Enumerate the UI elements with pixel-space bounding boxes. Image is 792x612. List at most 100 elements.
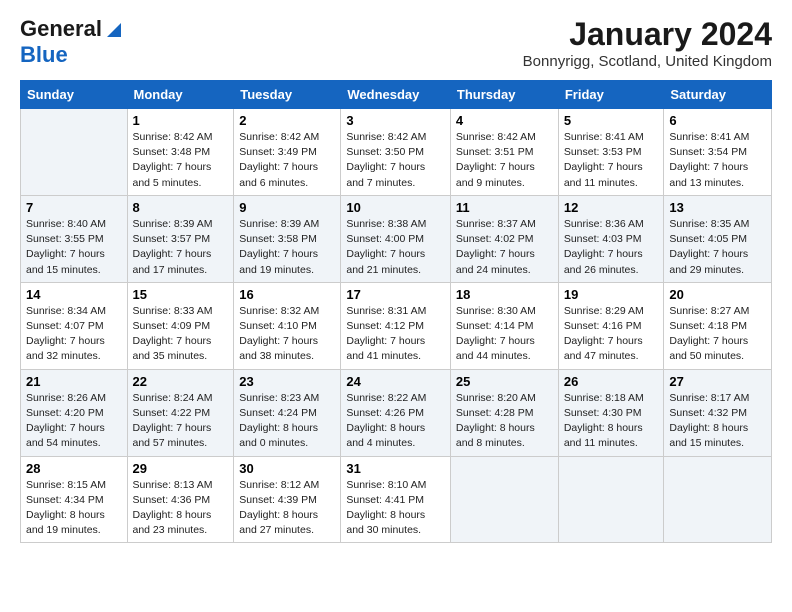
day-number: 22 (133, 374, 229, 389)
day-number: 27 (669, 374, 766, 389)
calendar-cell: 1 Sunrise: 8:42 AMSunset: 3:48 PMDaylight… (127, 109, 234, 196)
calendar-cell: 18 Sunrise: 8:30 AMSunset: 4:14 PMDayligh… (450, 282, 558, 369)
day-number: 3 (346, 113, 445, 128)
title-block: January 2024 Bonnyrigg, Scotland, United… (523, 16, 772, 70)
header-monday: Monday (127, 81, 234, 109)
day-number: 20 (669, 287, 766, 302)
calendar-cell: 6 Sunrise: 8:41 AMSunset: 3:54 PMDaylight… (664, 109, 772, 196)
day-info: Sunrise: 8:15 AMSunset: 4:34 PMDaylight:… (26, 478, 122, 539)
calendar-cell: 17 Sunrise: 8:31 AMSunset: 4:12 PMDayligh… (341, 282, 451, 369)
day-number: 25 (456, 374, 553, 389)
day-info: Sunrise: 8:10 AMSunset: 4:41 PMDaylight:… (346, 478, 445, 539)
day-info: Sunrise: 8:41 AMSunset: 3:54 PMDaylight:… (669, 130, 766, 191)
calendar-cell: 9 Sunrise: 8:39 AMSunset: 3:58 PMDaylight… (234, 195, 341, 282)
day-number: 16 (239, 287, 335, 302)
day-info: Sunrise: 8:37 AMSunset: 4:02 PMDaylight:… (456, 217, 553, 278)
day-info: Sunrise: 8:27 AMSunset: 4:18 PMDaylight:… (669, 304, 766, 365)
day-info: Sunrise: 8:40 AMSunset: 3:55 PMDaylight:… (26, 217, 122, 278)
header-sunday: Sunday (21, 81, 128, 109)
calendar-week-row: 7Sunrise: 8:40 AMSunset: 3:55 PMDaylight… (21, 195, 772, 282)
day-info: Sunrise: 8:24 AMSunset: 4:22 PMDaylight:… (133, 391, 229, 452)
logo-blue: Blue (20, 42, 68, 67)
header-saturday: Saturday (664, 81, 772, 109)
day-number: 5 (564, 113, 659, 128)
day-number: 8 (133, 200, 229, 215)
calendar-table: SundayMondayTuesdayWednesdayThursdayFrid… (20, 80, 772, 543)
day-info: Sunrise: 8:29 AMSunset: 4:16 PMDaylight:… (564, 304, 659, 365)
calendar-cell: 3 Sunrise: 8:42 AMSunset: 3:50 PMDaylight… (341, 109, 451, 196)
day-info: Sunrise: 8:38 AMSunset: 4:00 PMDaylight:… (346, 217, 445, 278)
calendar-cell: 4Sunrise: 8:42 AMSunset: 3:51 PMDaylight… (450, 109, 558, 196)
day-number: 19 (564, 287, 659, 302)
calendar-cell: 15Sunrise: 8:33 AMSunset: 4:09 PMDayligh… (127, 282, 234, 369)
header-thursday: Thursday (450, 81, 558, 109)
calendar-header-row: SundayMondayTuesdayWednesdayThursdayFrid… (21, 81, 772, 109)
day-number: 12 (564, 200, 659, 215)
calendar-cell: 19 Sunrise: 8:29 AMSunset: 4:16 PMDayligh… (558, 282, 664, 369)
day-number: 24 (346, 374, 445, 389)
day-info: Sunrise: 8:17 AMSunset: 4:32 PMDaylight:… (669, 391, 766, 452)
day-info: Sunrise: 8:39 AMSunset: 3:58 PMDaylight:… (239, 217, 335, 278)
day-number: 28 (26, 461, 122, 476)
calendar-cell: 31Sunrise: 8:10 AMSunset: 4:41 PMDayligh… (341, 456, 451, 543)
day-info: Sunrise: 8:18 AMSunset: 4:30 PMDaylight:… (564, 391, 659, 452)
day-number: 23 (239, 374, 335, 389)
logo-general: General (20, 16, 102, 42)
day-number: 26 (564, 374, 659, 389)
calendar-cell (21, 109, 128, 196)
calendar-cell: 5 Sunrise: 8:41 AMSunset: 3:53 PMDaylight… (558, 109, 664, 196)
calendar-cell: 25Sunrise: 8:20 AMSunset: 4:28 PMDayligh… (450, 369, 558, 456)
calendar-cell: 14 Sunrise: 8:34 AMSunset: 4:07 PMDayligh… (21, 282, 128, 369)
calendar-cell: 13Sunrise: 8:35 AMSunset: 4:05 PMDayligh… (664, 195, 772, 282)
calendar-cell: 10 Sunrise: 8:38 AMSunset: 4:00 PMDayligh… (341, 195, 451, 282)
day-number: 21 (26, 374, 122, 389)
day-info: Sunrise: 8:41 AMSunset: 3:53 PMDaylight:… (564, 130, 659, 191)
calendar-cell (664, 456, 772, 543)
calendar-cell: 30 Sunrise: 8:12 AMSunset: 4:39 PMDayligh… (234, 456, 341, 543)
day-number: 29 (133, 461, 229, 476)
calendar-week-row: 28 Sunrise: 8:15 AMSunset: 4:34 PMDayligh… (21, 456, 772, 543)
day-number: 30 (239, 461, 335, 476)
calendar-cell: 2 Sunrise: 8:42 AMSunset: 3:49 PMDaylight… (234, 109, 341, 196)
header-tuesday: Tuesday (234, 81, 341, 109)
calendar-cell: 29Sunrise: 8:13 AMSunset: 4:36 PMDayligh… (127, 456, 234, 543)
day-number: 6 (669, 113, 766, 128)
day-info: Sunrise: 8:42 AMSunset: 3:49 PMDaylight:… (239, 130, 335, 191)
logo: General Blue (20, 16, 125, 68)
day-number: 4 (456, 113, 553, 128)
calendar-cell (450, 456, 558, 543)
day-number: 10 (346, 200, 445, 215)
day-number: 9 (239, 200, 335, 215)
day-number: 14 (26, 287, 122, 302)
calendar-cell: 28 Sunrise: 8:15 AMSunset: 4:34 PMDayligh… (21, 456, 128, 543)
day-info: Sunrise: 8:33 AMSunset: 4:09 PMDaylight:… (133, 304, 229, 365)
day-info: Sunrise: 8:42 AMSunset: 3:48 PMDaylight:… (133, 130, 229, 191)
calendar-cell: 20 Sunrise: 8:27 AMSunset: 4:18 PMDayligh… (664, 282, 772, 369)
page-header: General Blue January 2024 Bonnyrigg, Sco… (20, 16, 772, 70)
calendar-cell: 21Sunrise: 8:26 AMSunset: 4:20 PMDayligh… (21, 369, 128, 456)
calendar-cell: 12 Sunrise: 8:36 AMSunset: 4:03 PMDayligh… (558, 195, 664, 282)
header-wednesday: Wednesday (341, 81, 451, 109)
calendar-cell: 11Sunrise: 8:37 AMSunset: 4:02 PMDayligh… (450, 195, 558, 282)
day-number: 1 (133, 113, 229, 128)
day-info: Sunrise: 8:12 AMSunset: 4:39 PMDaylight:… (239, 478, 335, 539)
day-number: 2 (239, 113, 335, 128)
day-info: Sunrise: 8:36 AMSunset: 4:03 PMDaylight:… (564, 217, 659, 278)
day-info: Sunrise: 8:31 AMSunset: 4:12 PMDaylight:… (346, 304, 445, 365)
day-number: 18 (456, 287, 553, 302)
logo-triangle-icon (103, 19, 125, 41)
day-info: Sunrise: 8:30 AMSunset: 4:14 PMDaylight:… (456, 304, 553, 365)
day-info: Sunrise: 8:23 AMSunset: 4:24 PMDaylight:… (239, 391, 335, 452)
day-info: Sunrise: 8:32 AMSunset: 4:10 PMDaylight:… (239, 304, 335, 365)
calendar-cell: 22 Sunrise: 8:24 AMSunset: 4:22 PMDayligh… (127, 369, 234, 456)
day-info: Sunrise: 8:42 AMSunset: 3:50 PMDaylight:… (346, 130, 445, 191)
day-info: Sunrise: 8:39 AMSunset: 3:57 PMDaylight:… (133, 217, 229, 278)
calendar-week-row: 21Sunrise: 8:26 AMSunset: 4:20 PMDayligh… (21, 369, 772, 456)
calendar-cell: 26 Sunrise: 8:18 AMSunset: 4:30 PMDayligh… (558, 369, 664, 456)
calendar-cell: 23 Sunrise: 8:23 AMSunset: 4:24 PMDayligh… (234, 369, 341, 456)
calendar-cell: 7Sunrise: 8:40 AMSunset: 3:55 PMDaylight… (21, 195, 128, 282)
calendar-week-row: 14 Sunrise: 8:34 AMSunset: 4:07 PMDayligh… (21, 282, 772, 369)
day-number: 17 (346, 287, 445, 302)
day-info: Sunrise: 8:34 AMSunset: 4:07 PMDaylight:… (26, 304, 122, 365)
calendar-cell: 27 Sunrise: 8:17 AMSunset: 4:32 PMDayligh… (664, 369, 772, 456)
